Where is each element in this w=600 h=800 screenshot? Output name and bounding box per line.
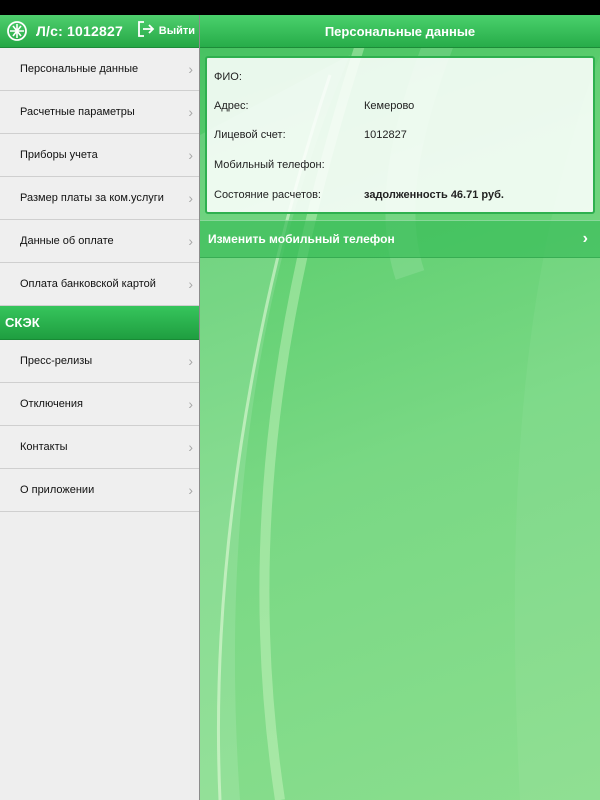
sidebar: Л/с: 1012827 Выйти Персональные данные ›… bbox=[0, 15, 200, 800]
chevron-right-icon: › bbox=[188, 104, 193, 120]
info-row-account: Лицевой счет: 1012827 bbox=[214, 126, 590, 144]
account-label: Лицевой счет: bbox=[214, 129, 286, 141]
chevron-right-icon: › bbox=[188, 482, 193, 498]
sidebar-item-label: Персональные данные bbox=[20, 63, 139, 75]
sidebar-item-utility-fees[interactable]: Размер платы за ком.услуги › bbox=[0, 177, 199, 220]
sidebar-item-payment-data[interactable]: Данные об оплате › bbox=[0, 220, 199, 263]
sidebar-item-card-payment[interactable]: Оплата банковской картой › bbox=[0, 263, 199, 306]
personal-info-card: ФИО: Адрес: Кемерово Лицевой счет: 10128… bbox=[205, 56, 595, 214]
chevron-right-icon: › bbox=[188, 233, 193, 249]
address-label: Адрес: bbox=[214, 100, 249, 112]
sidebar-header: Л/с: 1012827 Выйти bbox=[0, 15, 199, 48]
change-phone-button[interactable]: Изменить мобильный телефон › bbox=[200, 220, 600, 258]
info-row-status: Состояние расчетов: задолженность 46.71 … bbox=[214, 186, 590, 204]
change-phone-label: Изменить мобильный телефон bbox=[208, 232, 395, 246]
account-number: Л/с: 1012827 bbox=[36, 23, 123, 39]
chevron-right-icon: › bbox=[188, 147, 193, 163]
sidebar-item-outages[interactable]: Отключения › bbox=[0, 383, 199, 426]
chevron-right-icon: › bbox=[188, 61, 193, 77]
page-title: Персональные данные bbox=[200, 15, 600, 48]
sidebar-item-label: Размер платы за ком.услуги bbox=[20, 192, 164, 204]
sidebar-item-label: Данные об оплате bbox=[20, 235, 114, 247]
chevron-right-icon: › bbox=[188, 276, 193, 292]
status-label: Состояние расчетов: bbox=[214, 189, 321, 201]
sidebar-item-about[interactable]: О приложении › bbox=[0, 469, 199, 512]
sidebar-item-label: О приложении bbox=[20, 484, 95, 496]
company-logo-icon bbox=[4, 19, 30, 43]
chevron-right-icon: › bbox=[188, 439, 193, 455]
info-row-phone: Мобильный телефон: bbox=[214, 156, 590, 174]
account-value: 1012827 bbox=[364, 129, 407, 141]
sidebar-item-label: Отключения bbox=[20, 398, 83, 410]
chevron-right-icon: › bbox=[582, 230, 588, 247]
sidebar-item-label: Контакты bbox=[20, 441, 68, 453]
sidebar-item-billing-parameters[interactable]: Расчетные параметры › bbox=[0, 91, 199, 134]
status-bar bbox=[0, 0, 600, 15]
logout-icon bbox=[137, 20, 155, 43]
chevron-right-icon: › bbox=[188, 190, 193, 206]
section-header-skek: СКЭК bbox=[0, 306, 199, 340]
sidebar-item-press-releases[interactable]: Пресс-релизы › bbox=[0, 340, 199, 383]
status-value: задолженность 46.71 руб. bbox=[364, 189, 504, 201]
logout-label: Выйти bbox=[158, 25, 195, 37]
sidebar-item-label: Приборы учета bbox=[20, 149, 98, 161]
sidebar-item-label: Расчетные параметры bbox=[20, 106, 135, 118]
sidebar-item-label: Пресс-релизы bbox=[20, 355, 93, 367]
fio-label: ФИО: bbox=[214, 71, 242, 83]
sidebar-item-contacts[interactable]: Контакты › bbox=[0, 426, 199, 469]
logout-button[interactable]: Выйти bbox=[137, 20, 199, 43]
sidebar-item-personal-data[interactable]: Персональные данные › bbox=[0, 48, 199, 91]
address-value: Кемерово bbox=[364, 100, 415, 112]
chevron-right-icon: › bbox=[188, 396, 193, 412]
sidebar-item-label: Оплата банковской картой bbox=[20, 278, 156, 290]
phone-label: Мобильный телефон: bbox=[214, 159, 325, 171]
info-row-address: Адрес: Кемерово bbox=[214, 97, 590, 115]
sidebar-item-meters[interactable]: Приборы учета › bbox=[0, 134, 199, 177]
main-panel: Персональные данные ФИО: Адрес: Кемерово… bbox=[200, 15, 600, 800]
info-row-fio: ФИО: bbox=[214, 68, 590, 86]
chevron-right-icon: › bbox=[188, 353, 193, 369]
